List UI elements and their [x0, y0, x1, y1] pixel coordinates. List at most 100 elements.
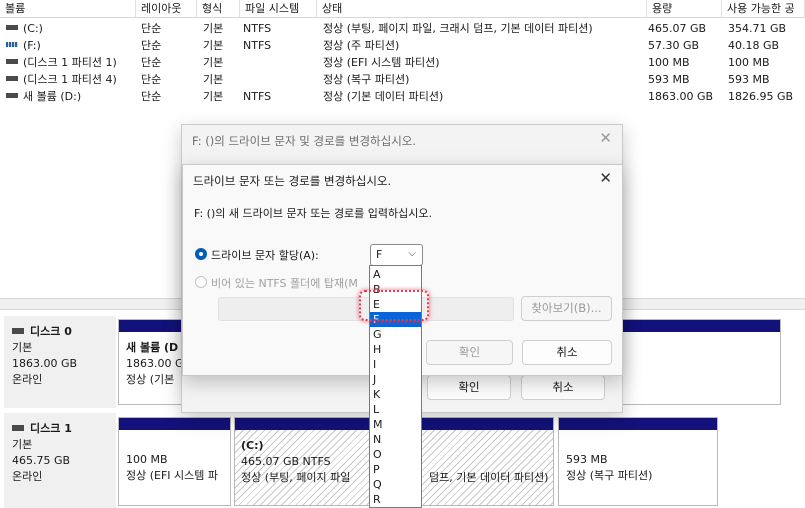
- partition-bar: [559, 418, 717, 430]
- disk-1-title: 디스크 1: [12, 421, 108, 437]
- volume-name-cell: (C:): [6, 20, 136, 37]
- assign-letter-radio[interactable]: [195, 248, 207, 260]
- inner-ok-button[interactable]: 확인: [426, 340, 513, 365]
- volume-layout: 단순: [141, 90, 162, 103]
- volume-row-disk1-part1[interactable]: (디스크 1 파티션 1) 단순 기본 정상 (EFI 시스템 파티션) 100…: [0, 54, 805, 71]
- drive-letter-option[interactable]: R: [370, 492, 421, 507]
- partition-size: 100 MB: [126, 453, 168, 466]
- volume-layout: 단순: [141, 73, 162, 86]
- column-header-free-space[interactable]: 사용 가능한 공: [722, 0, 805, 18]
- volume-free: 354.71 GB: [728, 22, 787, 35]
- browse-button[interactable]: 찾아보기(B)...: [521, 296, 612, 321]
- volume-filesystem: NTFS: [243, 22, 272, 35]
- volume-name-cell: (디스크 1 파티션 1): [6, 54, 136, 71]
- volume-status: 정상 (EFI 시스템 파티션): [323, 56, 440, 69]
- instruction-text: F: ()의 새 드라이브 문자 또는 경로를 입력하십시오.: [194, 207, 433, 220]
- partition-status-tail: 덤프, 기본 데이터 파티션): [429, 471, 549, 484]
- partition-efi[interactable]: 100 MB 정상 (EFI 시스템 파: [118, 417, 231, 506]
- disk-icon: [12, 425, 24, 431]
- drive-letter-option[interactable]: G: [370, 327, 421, 342]
- drive-letter-option[interactable]: I: [370, 357, 421, 372]
- column-header-capacity[interactable]: 용량: [647, 0, 722, 18]
- drive-letter-option[interactable]: L: [370, 402, 421, 417]
- drive-icon: [6, 76, 18, 81]
- volume-layout: 단순: [141, 56, 162, 69]
- partition-status: 정상 (EFI 시스템 파: [126, 469, 219, 482]
- volume-capacity: 100 MB: [648, 56, 690, 69]
- outer-dialog-title: F: ()의 드라이브 문자 및 경로를 변경하십시오.: [192, 134, 417, 148]
- partition-bar: [119, 418, 230, 430]
- drive-icon: [6, 59, 18, 64]
- volume-filesystem: NTFS: [243, 39, 272, 52]
- partition-recovery[interactable]: 593 MB 정상 (복구 파티션): [558, 417, 718, 506]
- disk-1-label[interactable]: 디스크 1 기본 465.75 GB 온라인: [4, 413, 116, 508]
- drive-letter-option[interactable]: N: [370, 432, 421, 447]
- volume-name: (F:): [23, 39, 41, 52]
- drive-letter-combobox[interactable]: F ⌵: [370, 244, 423, 266]
- volume-name: (디스크 1 파티션 4): [23, 73, 117, 86]
- volume-free: 100 MB: [728, 56, 770, 69]
- column-header-status[interactable]: 상태: [317, 0, 647, 18]
- annotation-highlight: [359, 290, 429, 321]
- mount-folder-radio[interactable]: [195, 276, 207, 288]
- volume-name-cell: 새 볼륨 (D:): [6, 88, 136, 105]
- inner-cancel-button[interactable]: 취소: [522, 340, 612, 365]
- disk-0-label[interactable]: 디스크 0 기본 1863.00 GB 온라인: [4, 316, 116, 408]
- drive-letter-option[interactable]: A: [370, 267, 421, 282]
- volume-free: 593 MB: [728, 73, 770, 86]
- partition-text: 593 MB 정상 (복구 파티션): [566, 452, 715, 484]
- outer-ok-button[interactable]: 확인: [427, 375, 511, 400]
- volume-name: (디스크 1 파티션 1): [23, 56, 117, 69]
- outer-close-icon[interactable]: ✕: [599, 129, 612, 147]
- disk-type: 기본: [12, 438, 33, 451]
- drive-letter-option[interactable]: P: [370, 462, 421, 477]
- selected-letter: F: [376, 248, 383, 261]
- volume-capacity: 593 MB: [648, 73, 690, 86]
- volume-type: 기본: [203, 90, 224, 103]
- volume-status: 정상 (주 파티션): [323, 39, 400, 52]
- volume-status: 정상 (기본 데이터 파티션): [323, 90, 444, 103]
- chevron-down-icon: ⌵: [408, 248, 416, 259]
- volume-row-d[interactable]: 새 볼륨 (D:) 단순 기본 NTFS 정상 (기본 데이터 파티션) 186…: [0, 88, 805, 105]
- drive-icon: [6, 25, 18, 30]
- volume-type: 기본: [203, 22, 224, 35]
- volume-layout: 단순: [141, 22, 162, 35]
- volume-capacity: 57.30 GB: [648, 39, 700, 52]
- volume-name: (C:): [23, 22, 43, 35]
- column-header-layout[interactable]: 레이아웃: [136, 0, 197, 18]
- disk-state: 온라인: [12, 373, 43, 386]
- inner-close-icon[interactable]: ✕: [599, 169, 612, 187]
- volume-row-disk1-part4[interactable]: (디스크 1 파티션 4) 단순 기본 정상 (복구 파티션) 593 MB 5…: [0, 71, 805, 88]
- column-header-filesystem[interactable]: 파일 시스템: [240, 0, 317, 18]
- drive-letter-option[interactable]: H: [370, 342, 421, 357]
- volume-type: 기본: [203, 73, 224, 86]
- volume-name-cell: (F:): [6, 37, 136, 54]
- volume-row-c[interactable]: (C:) 단순 기본 NTFS 정상 (부팅, 페이지 파일, 크래시 덤프, …: [0, 20, 805, 37]
- volume-filesystem: NTFS: [243, 90, 272, 103]
- mount-folder-label: 비어 있는 NTFS 폴더에 탑재(M: [211, 277, 358, 290]
- inner-dialog-title: 드라이브 문자 또는 경로를 변경하십시오.: [193, 174, 392, 188]
- drive-letter-option[interactable]: K: [370, 387, 421, 402]
- disk-size: 465.75 GB: [12, 454, 71, 467]
- column-header-type[interactable]: 형식: [197, 0, 240, 18]
- disk-icon: [12, 328, 24, 334]
- volume-free: 1826.95 GB: [728, 90, 794, 103]
- partition-status: 정상 (복구 파티션): [566, 469, 653, 482]
- drive-letter-option[interactable]: M: [370, 417, 421, 432]
- volume-layout: 단순: [141, 39, 162, 52]
- disk-name: 디스크 0: [30, 325, 72, 338]
- outer-cancel-button[interactable]: 취소: [521, 375, 605, 400]
- disk-state: 온라인: [12, 470, 43, 483]
- disk-0-title: 디스크 0: [12, 324, 108, 340]
- volume-row-f[interactable]: (F:) 단순 기본 NTFS 정상 (주 파티션) 57.30 GB 40.1…: [0, 37, 805, 54]
- column-header-volume[interactable]: 볼륨: [0, 0, 136, 18]
- drive-letter-option[interactable]: J: [370, 372, 421, 387]
- partition-text: 100 MB 정상 (EFI 시스템 파: [126, 452, 228, 484]
- drive-letter-option[interactable]: O: [370, 447, 421, 462]
- volume-name: 새 볼륨 (D:): [23, 90, 82, 103]
- volume-type: 기본: [203, 39, 224, 52]
- volume-list-header: 볼륨 레이아웃 형식 파일 시스템 상태 용량 사용 가능한 공: [0, 0, 805, 18]
- drive-letter-option[interactable]: Q: [370, 477, 421, 492]
- partition-size: 593 MB: [566, 453, 608, 466]
- volume-free: 40.18 GB: [728, 39, 780, 52]
